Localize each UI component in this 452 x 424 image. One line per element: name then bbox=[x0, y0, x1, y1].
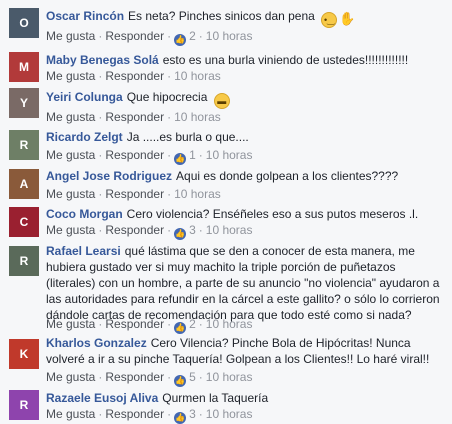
comment-text: Que hipocrecia bbox=[126, 90, 208, 104]
avatar[interactable]: Y bbox=[9, 88, 39, 118]
raised-hand-emoji-icon: ✋ bbox=[339, 11, 356, 26]
comment-list: O Oscar Rincón Es neta? Pinches sinicos d… bbox=[0, 0, 452, 424]
comment-author[interactable]: Angel Jose Rodriguez bbox=[46, 169, 172, 183]
smirk-emoji-icon: •‿ bbox=[321, 12, 338, 28]
comment-time[interactable]: 10 horas bbox=[174, 110, 221, 124]
like-link[interactable]: Me gusta bbox=[46, 69, 95, 83]
reply-link[interactable]: Responder bbox=[105, 223, 164, 237]
avatar-image: R bbox=[9, 246, 39, 276]
comment-author[interactable]: Yeiri Colunga bbox=[46, 90, 123, 104]
like-count[interactable]: 2 bbox=[189, 29, 196, 43]
reply-link[interactable]: Responder bbox=[105, 110, 164, 124]
comment-time[interactable]: 10 horas bbox=[206, 29, 253, 43]
like-count[interactable]: 2 bbox=[189, 317, 196, 331]
comment-author[interactable]: Rafael Learsi bbox=[46, 244, 121, 258]
like-link[interactable]: Me gusta bbox=[46, 407, 95, 421]
comment-time[interactable]: 10 horas bbox=[206, 317, 253, 331]
like-link[interactable]: Me gusta bbox=[46, 148, 95, 162]
comment-time[interactable]: 10 horas bbox=[206, 223, 253, 237]
avatar[interactable]: O bbox=[9, 8, 39, 38]
avatar-image: M bbox=[9, 52, 39, 82]
avatar-image: O bbox=[9, 8, 39, 38]
comment-meta: Me gusta · Responder · 10 horas bbox=[46, 69, 221, 83]
avatar[interactable]: R bbox=[9, 130, 39, 160]
avatar-image: Y bbox=[9, 88, 39, 118]
like-count[interactable]: 1 bbox=[189, 148, 196, 162]
like-link[interactable]: Me gusta bbox=[46, 370, 95, 384]
comment-text: Es neta? Pinches sinicos dan pena bbox=[128, 9, 315, 23]
comment-meta: Me gusta · Responder · 👍 1 · 10 horas bbox=[46, 148, 253, 165]
comment-time[interactable]: 10 horas bbox=[206, 370, 253, 384]
comment-meta: Me gusta · Responder · 👍 3 · 10 horas bbox=[46, 223, 253, 240]
comment-text: Ja .....es burla o que.... bbox=[126, 130, 249, 144]
comment-meta: Me gusta · Responder · 10 horas bbox=[46, 110, 221, 124]
comment-author[interactable]: Maby Benegas Solá bbox=[46, 53, 159, 67]
avatar-image: A bbox=[9, 169, 39, 199]
like-link[interactable]: Me gusta bbox=[46, 29, 95, 43]
reply-link[interactable]: Responder bbox=[105, 29, 164, 43]
comment-time[interactable]: 10 horas bbox=[174, 187, 221, 201]
like-count-icon: 👍 bbox=[174, 322, 187, 334]
comment-text: Aqui es donde golpean a los clientes???? bbox=[176, 169, 399, 183]
avatar[interactable]: M bbox=[9, 52, 39, 82]
avatar[interactable]: R bbox=[9, 390, 39, 420]
comment-meta: Me gusta · Responder · 👍 3 · 10 horas bbox=[46, 407, 253, 424]
comment-author[interactable]: Oscar Rincón bbox=[46, 9, 124, 23]
comment-time[interactable]: 10 horas bbox=[206, 407, 253, 421]
comment-meta: Me gusta · Responder · 👍 2 · 10 horas bbox=[46, 317, 253, 334]
comment-meta: Me gusta · Responder · 👍 5 · 10 horas bbox=[46, 370, 253, 387]
avatar-image: K bbox=[9, 339, 39, 369]
comment-time[interactable]: 10 horas bbox=[174, 69, 221, 83]
comment-time[interactable]: 10 horas bbox=[206, 148, 253, 162]
reply-link[interactable]: Responder bbox=[105, 370, 164, 384]
like-link[interactable]: Me gusta bbox=[46, 317, 95, 331]
comment-body: Coco Morgan Cero violencia? Enséñeles eso… bbox=[46, 206, 444, 222]
comment-author[interactable]: Coco Morgan bbox=[46, 207, 123, 221]
comment-body: Yeiri Colunga Que hipocrecia ▬ bbox=[46, 89, 444, 109]
like-count-icon: 👍 bbox=[174, 228, 187, 240]
comment-author[interactable]: Ricardo Zelgt bbox=[46, 130, 123, 144]
like-count-icon: 👍 bbox=[174, 34, 187, 46]
avatar-image: C bbox=[9, 207, 39, 237]
avatar[interactable]: A bbox=[9, 169, 39, 199]
avatar-image: R bbox=[9, 130, 39, 160]
comment-text: Qurmen la Taquería bbox=[162, 391, 269, 405]
reply-link[interactable]: Responder bbox=[105, 317, 164, 331]
avatar[interactable]: R bbox=[9, 246, 39, 276]
like-count[interactable]: 3 bbox=[189, 407, 196, 421]
avatar[interactable]: C bbox=[9, 207, 39, 237]
avatar[interactable]: K bbox=[9, 339, 39, 369]
comment-text: Cero violencia? Enséñeles eso a sus puto… bbox=[126, 207, 419, 221]
like-count-icon: 👍 bbox=[174, 412, 187, 424]
like-count[interactable]: 3 bbox=[189, 223, 196, 237]
reply-link[interactable]: Responder bbox=[105, 69, 164, 83]
like-count-icon: 👍 bbox=[174, 375, 187, 387]
comment-meta: Me gusta · Responder · 10 horas bbox=[46, 187, 221, 201]
comment-author[interactable]: Kharlos Gonzalez bbox=[46, 336, 147, 350]
like-link[interactable]: Me gusta bbox=[46, 223, 95, 237]
comment-meta: Me gusta · Responder · 👍 2 · 10 horas bbox=[46, 29, 253, 46]
like-link[interactable]: Me gusta bbox=[46, 187, 95, 201]
comment-body: Rafael Learsi qué lástima que se den a co… bbox=[46, 243, 444, 323]
like-count[interactable]: 5 bbox=[189, 370, 196, 384]
like-link[interactable]: Me gusta bbox=[46, 110, 95, 124]
like-count-icon: 👍 bbox=[174, 153, 187, 165]
comment-body: Razaele Eusoj Aliva Qurmen la Taquería bbox=[46, 390, 444, 406]
comment-body: Angel Jose Rodriguez Aqui es donde golpea… bbox=[46, 168, 444, 184]
avatar-image: R bbox=[9, 390, 39, 420]
comment-author[interactable]: Razaele Eusoj Aliva bbox=[46, 391, 158, 405]
comment-text: esto es una burla viniendo de ustedes!!!… bbox=[162, 53, 409, 67]
comment-body: Oscar Rincón Es neta? Pinches sinicos dan… bbox=[46, 8, 444, 28]
reply-link[interactable]: Responder bbox=[105, 187, 164, 201]
comment-body: Ricardo Zelgt Ja .....es burla o que.... bbox=[46, 129, 444, 145]
comment-body: Maby Benegas Solá esto es una burla vinie… bbox=[46, 52, 444, 68]
reply-link[interactable]: Responder bbox=[105, 407, 164, 421]
comment-body: Kharlos Gonzalez Cero Vilencia? Pinche Bo… bbox=[46, 335, 444, 367]
reply-link[interactable]: Responder bbox=[105, 148, 164, 162]
expressionless-emoji-icon: ▬ bbox=[213, 93, 230, 109]
